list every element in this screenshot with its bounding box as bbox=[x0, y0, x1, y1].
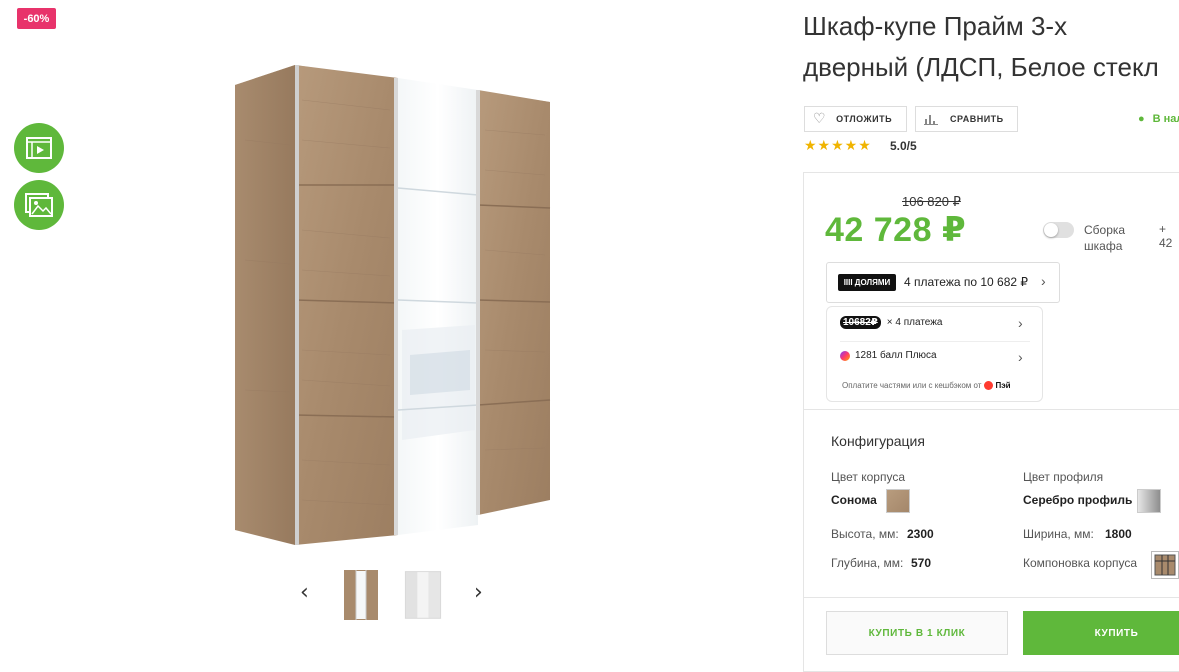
availability-status: ● В нал bbox=[1138, 113, 1179, 125]
product-title: Шкаф-купе Прайм 3-х дверный (ЛДСП, Белое… bbox=[803, 6, 1179, 88]
rating-value: 5.0/5 bbox=[890, 139, 917, 153]
discount-badge: -60% bbox=[17, 8, 56, 29]
heart-icon: ♡ bbox=[813, 111, 827, 127]
dolyami-text: 4 платежа по 10 682 ₽ bbox=[904, 275, 1029, 289]
divider bbox=[804, 597, 1179, 598]
body-color-swatch[interactable] bbox=[886, 489, 910, 513]
assembly-label-line2: шкафа bbox=[1084, 239, 1123, 253]
product-title-line2: дверный (ЛДСП, Белое стекл bbox=[803, 52, 1159, 82]
assembly-price: + 42 bbox=[1159, 222, 1173, 250]
split-widget: 10682₽ × 4 платежа › 1281 балл Плюса › О… bbox=[826, 306, 1043, 402]
profile-color-swatch[interactable] bbox=[1137, 489, 1161, 513]
split-amount: 10682₽ bbox=[840, 316, 881, 329]
divider bbox=[804, 409, 1179, 410]
split-payments-row[interactable]: 10682₽ × 4 платежа bbox=[840, 316, 942, 329]
thumbnail-2[interactable] bbox=[403, 566, 443, 622]
buy-one-click-button[interactable]: КУПИТЬ В 1 КЛИК bbox=[826, 611, 1008, 655]
width-value: 1800 bbox=[1105, 527, 1132, 541]
depth-value: 570 bbox=[911, 556, 932, 570]
chevron-right-icon: › bbox=[1041, 273, 1046, 289]
layout-label: Компоновка корпуса bbox=[1023, 556, 1138, 570]
video-icon bbox=[26, 137, 52, 159]
compare-button[interactable]: СРАВНИТЬ bbox=[915, 106, 1018, 132]
plus-icon bbox=[840, 350, 850, 361]
image-icon bbox=[25, 193, 53, 217]
chevron-right-icon: › bbox=[1018, 315, 1023, 331]
gallery-prev-arrow[interactable]: ‹ bbox=[300, 580, 309, 605]
split-payments: × 4 платежа bbox=[886, 317, 943, 328]
postpone-button[interactable]: ♡ ОТЛОЖИТЬ bbox=[804, 106, 907, 132]
availability-text: В нал bbox=[1152, 113, 1179, 125]
pay-brand: Пэй bbox=[995, 381, 1011, 390]
layout-swatch[interactable] bbox=[1151, 551, 1179, 579]
product-title-line1: Шкаф-купе Прайм 3-х bbox=[803, 11, 1068, 41]
plus-points: 1281 балл Плюса bbox=[855, 350, 937, 361]
thumbnail-1[interactable] bbox=[341, 566, 381, 622]
body-color-label: Цвет корпуса bbox=[831, 470, 905, 484]
current-price: 42 728 ₽ bbox=[825, 211, 967, 249]
profile-color-label: Цвет профиля bbox=[1023, 470, 1104, 484]
assembly-label-line1: Сборка bbox=[1084, 223, 1126, 237]
assembly-toggle[interactable] bbox=[1043, 222, 1074, 238]
gallery-next-arrow[interactable]: › bbox=[474, 580, 483, 605]
gallery-button[interactable] bbox=[14, 180, 64, 230]
pay-logo-icon bbox=[984, 381, 994, 390]
config-title: Конфигурация bbox=[831, 433, 925, 449]
height-value: 2300 bbox=[907, 527, 934, 541]
split-note: Оплатите частями или с кешбэком от Пэй bbox=[842, 381, 1011, 390]
assembly-label: Сборка шкафа bbox=[1084, 222, 1125, 254]
old-price: 106 820 ₽ bbox=[902, 194, 961, 209]
chevron-right-icon: › bbox=[1018, 349, 1023, 365]
dolyami-logo: IIII ДОЛЯМИ bbox=[838, 274, 896, 291]
height-label: Высота, мм: bbox=[831, 527, 899, 541]
postpone-label: ОТЛОЖИТЬ bbox=[836, 114, 893, 124]
video-button[interactable] bbox=[14, 123, 64, 173]
width-label: Ширина, мм: bbox=[1023, 527, 1094, 541]
layout-icon bbox=[1154, 554, 1176, 576]
wardrobe-thumbnail-icon bbox=[344, 570, 378, 620]
depth-label: Глубина, мм: bbox=[831, 556, 904, 570]
compare-label: СРАВНИТЬ bbox=[950, 114, 1004, 124]
wardrobe-thumbnail-icon bbox=[404, 571, 442, 619]
dolyami-widget[interactable]: IIII ДОЛЯМИ 4 платежа по 10 682 ₽ › bbox=[826, 262, 1060, 303]
product-main-image[interactable] bbox=[230, 60, 560, 550]
compare-icon bbox=[924, 115, 938, 125]
profile-color-value: Серебро профиль bbox=[1023, 493, 1133, 507]
buy-button[interactable]: КУПИТЬ bbox=[1023, 611, 1179, 655]
rating-stars: ★★★★★ bbox=[804, 137, 872, 153]
availability-dot-icon: ● bbox=[1138, 113, 1145, 125]
plus-points-row[interactable]: 1281 балл Плюса bbox=[840, 350, 937, 361]
body-color-value: Сонома bbox=[831, 493, 877, 507]
split-note-text: Оплатите частями или с кешбэком от bbox=[842, 381, 982, 390]
